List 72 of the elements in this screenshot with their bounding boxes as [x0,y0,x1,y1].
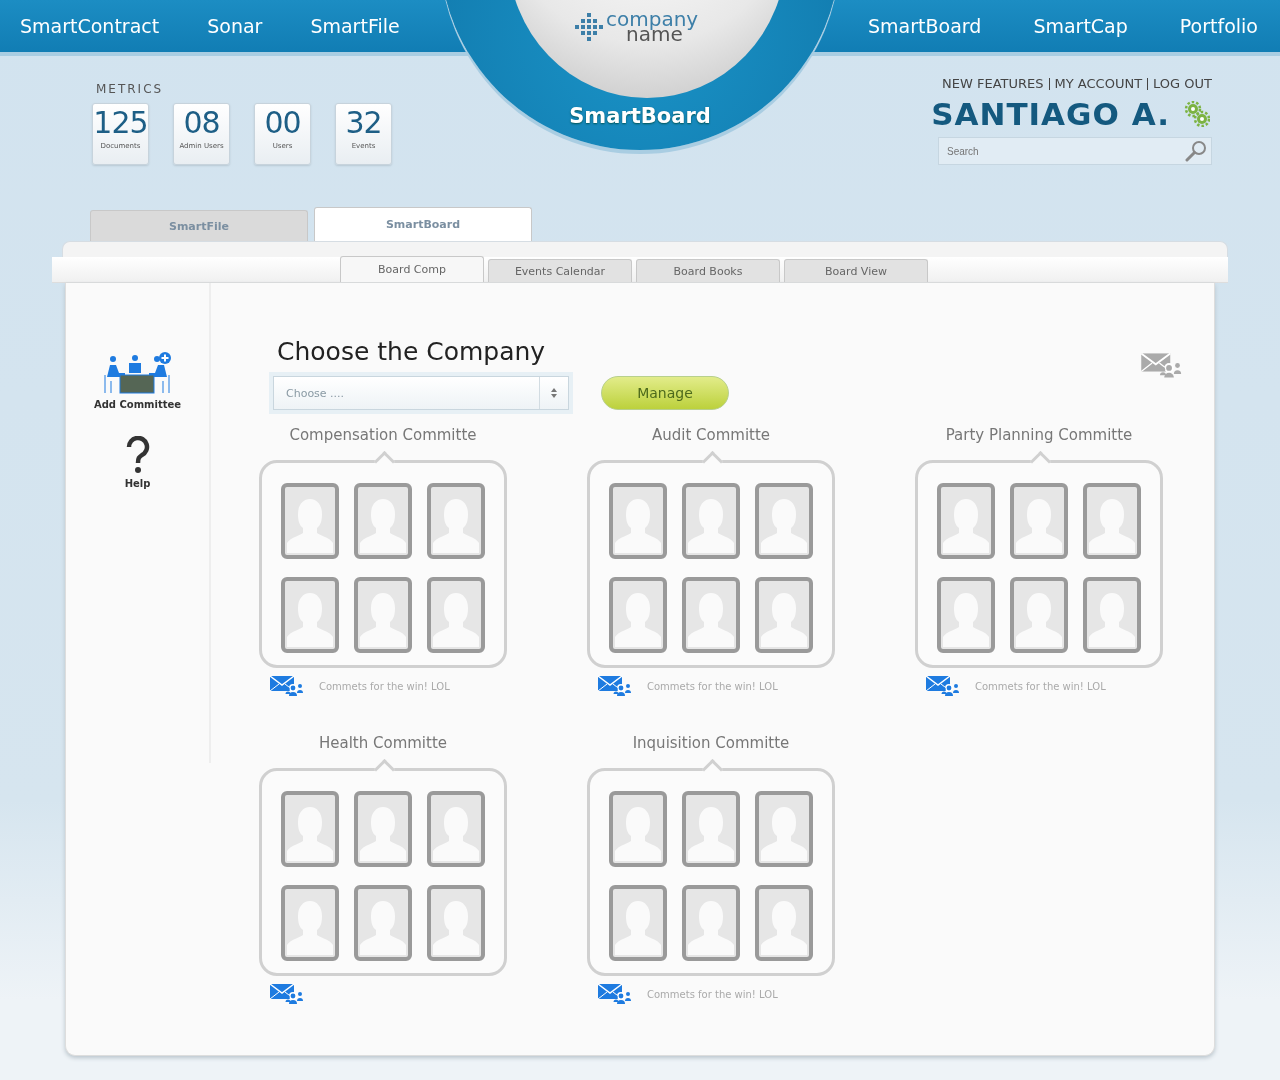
committee-title: Audit Committe [650,426,772,446]
section-tab[interactable]: Board Books [636,259,780,282]
nav-link[interactable]: SmartBoard [868,15,982,37]
committee-comment: Commets for the win! LOL [975,680,1106,692]
snowflake-icon [574,12,604,42]
member-avatar[interactable] [755,885,813,961]
nav-link[interactable]: Portfolio [1179,15,1258,37]
metric-value: 32 [345,104,382,142]
manage-button[interactable]: Manage [601,376,729,410]
member-avatar[interactable] [755,577,813,653]
committee-comment: Commets for the win! LOL [319,680,450,692]
nav-link[interactable]: Sonar [207,15,263,37]
member-avatar[interactable] [937,577,995,653]
member-avatar[interactable] [281,885,339,961]
gears-icon[interactable] [1184,101,1210,127]
nav-link[interactable]: SmartContract [20,15,160,37]
committee-comment: Commets for the win! LOL [647,988,778,1000]
member-avatar[interactable] [427,483,485,559]
member-avatar[interactable] [1010,577,1068,653]
metric-value: 08 [183,104,220,142]
member-avatar[interactable] [281,791,339,867]
member-avatar[interactable] [1010,483,1068,559]
current-app-title: SmartBoard [568,104,712,128]
nav-link[interactable]: SmartFile [310,15,400,37]
committee-title: Compensation Committe [288,426,478,446]
member-avatar[interactable] [1083,577,1141,653]
account-link[interactable]: LOG OUT [1147,78,1212,90]
sidebar-label: Help [124,478,151,489]
member-avatar[interactable] [354,791,412,867]
section-tab[interactable]: Board View [784,259,928,282]
member-avatar[interactable] [281,577,339,653]
member-avatar[interactable] [354,885,412,961]
section-tab[interactable]: Events Calendar [488,259,632,282]
metrics-title: METRICS [96,82,165,96]
member-avatar[interactable] [682,577,740,653]
member-avatar[interactable] [937,483,995,559]
search-field[interactable]: Search [938,137,1212,165]
member-avatar[interactable] [609,577,667,653]
account-link[interactable]: NEW FEATURES [937,78,1049,90]
add-committee-icon[interactable] [103,351,172,395]
committee-title: Inquisition Committe [631,734,791,754]
help-icon[interactable] [124,436,151,474]
member-avatar[interactable] [427,885,485,961]
sort-arrows-icon[interactable] [550,387,558,399]
member-avatar[interactable] [354,483,412,559]
member-avatar[interactable] [1083,483,1141,559]
app-tab[interactable]: SmartFile [90,210,308,241]
user-name: SANTIAGO A. [931,96,1170,132]
committee-title: Health Committe [317,734,449,754]
member-avatar[interactable] [609,791,667,867]
member-avatar[interactable] [682,483,740,559]
member-avatar[interactable] [427,577,485,653]
member-avatar[interactable] [354,577,412,653]
search-icon[interactable] [1184,140,1208,162]
committee-comment: Commets for the win! LOL [647,680,778,692]
committee-title: Party Planning Committe [944,426,1134,446]
metric-value: 125 [93,104,148,142]
member-avatar[interactable] [755,791,813,867]
member-avatar[interactable] [755,483,813,559]
sidebar-label: Add Committee [93,399,182,410]
member-avatar[interactable] [281,483,339,559]
nav-link[interactable]: SmartCap [1033,15,1128,37]
member-avatar[interactable] [682,791,740,867]
member-avatar[interactable] [609,885,667,961]
member-avatar[interactable] [682,885,740,961]
member-avatar[interactable] [609,483,667,559]
page-title: Choose the Company [277,337,546,366]
account-link[interactable]: MY ACCOUNT [1048,78,1148,90]
section-tab[interactable]: Board Comp [340,256,484,282]
member-avatar[interactable] [427,791,485,867]
app-tab[interactable]: SmartBoard [314,207,532,241]
metric-value: 00 [264,104,301,142]
